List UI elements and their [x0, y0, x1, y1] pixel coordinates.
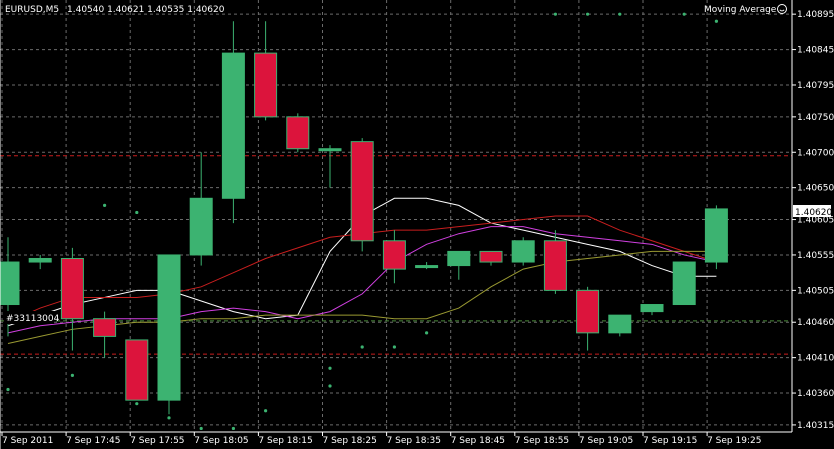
price-tick-label: 1.40845: [797, 46, 834, 56]
candle-body-bull: [0, 261, 20, 306]
candle-body-bear: [350, 141, 374, 242]
time-tick-label: 7 Sep 17:45: [66, 436, 120, 446]
candle-body-bull: [189, 197, 213, 256]
time-tick-label: 7 Sep 19:05: [579, 436, 633, 446]
time-tick-label: 7 Sep 17:55: [130, 436, 184, 446]
current-price-text: 1.40620: [795, 208, 832, 218]
fractal-dot: [135, 402, 139, 406]
time-tick-label: 7 Sep 19:15: [643, 436, 697, 446]
candle: [125, 339, 149, 401]
candle-body-bull: [704, 208, 728, 263]
candle-body-bear: [60, 257, 84, 320]
candle: [350, 138, 374, 252]
candle-body-bull: [221, 52, 245, 199]
candle-body-bull: [415, 265, 439, 269]
candle-body-bull: [640, 304, 664, 313]
candle: [157, 254, 181, 415]
candlestick-chart[interactable]: 1.40895 1.40845 1.40795 1.40750 1.40700 1.406…: [0, 0, 834, 449]
price-tick-label: 1.40555: [797, 251, 834, 261]
fractal-dot: [618, 12, 622, 16]
fractal-dot: [199, 210, 203, 215]
candle-body-bull: [157, 254, 181, 401]
chart-window[interactable]: 1.40895 1.40845 1.40795 1.40750 1.40700 1.406…: [0, 0, 834, 449]
order-label[interactable]: #33113004: [4, 311, 60, 324]
price-tick-label: 1.40650: [797, 184, 834, 194]
candle-body-bear: [479, 250, 503, 263]
fractal-dot: [714, 19, 719, 23]
time-tick-label: 7 Sep 18:05: [194, 436, 248, 446]
fractal-dot: [167, 416, 171, 420]
fractal-dot: [360, 345, 364, 349]
time-tick-label: 7 Sep 18:25: [323, 436, 377, 446]
candle-body-bear: [93, 318, 117, 337]
ohlc-readout: 1.40540 1.40621 1.40535 1.40620: [67, 5, 225, 15]
current-price-tag: 1.40620: [793, 205, 832, 218]
fractal-dot: [328, 384, 332, 388]
time-tick-label: 7 Sep 18:15: [258, 436, 312, 446]
price-tick-label: 1.40360: [797, 389, 834, 399]
price-tick-label: 1.40700: [797, 148, 834, 158]
fractal-dot: [135, 210, 139, 215]
candle-body-bull: [318, 148, 342, 152]
candle-body-bull: [672, 261, 696, 306]
candle-body-bull: [447, 250, 471, 267]
fractal-dot: [264, 409, 268, 413]
time-tick-label: 7 Sep 18:35: [387, 436, 441, 446]
price-tick-label: 1.40505: [797, 286, 834, 296]
fractal-dot: [328, 366, 332, 370]
candle: [511, 237, 535, 266]
price-tick-label: 1.40410: [797, 354, 834, 364]
time-tick-label: 7 Sep 18:45: [451, 436, 505, 446]
price-tick-label: 1.40750: [797, 113, 834, 123]
fractal-dot: [553, 12, 558, 16]
price-tick-label: 1.40795: [797, 81, 834, 91]
candle-body-bear: [382, 240, 406, 270]
candle-body-bear: [254, 52, 278, 118]
fractal-dot: [682, 12, 686, 16]
symbol-title: EURUSD,M5: [5, 5, 59, 15]
candle-body-bull: [511, 240, 535, 263]
time-tick-label: 7 Sep 18:55: [515, 436, 569, 446]
fractal-dot: [103, 203, 107, 207]
time-tick-label: 7 Sep 2011: [2, 436, 53, 446]
fractal-dot: [199, 426, 203, 431]
candle-body-bear: [543, 240, 567, 291]
candle: [704, 205, 728, 270]
fractal-dot: [6, 387, 10, 392]
candle-body-bear: [576, 289, 600, 334]
candle-body-bear: [125, 339, 149, 401]
time-tick-label: 7 Sep 19:25: [707, 436, 761, 446]
fractal-dot: [231, 426, 235, 431]
order-label-text: #33113004: [6, 314, 60, 324]
candle-body-bull: [28, 257, 52, 263]
candle: [608, 314, 632, 337]
candle-body-bear: [286, 116, 310, 150]
price-tick-label: 1.40460: [797, 318, 834, 328]
price-tick-label: 1.40895: [797, 10, 834, 20]
price-tick-label: 1.40315: [797, 421, 834, 431]
fractal-dot: [586, 12, 590, 16]
candle-body-bull: [608, 314, 632, 334]
indicator-name: Moving Average: [704, 5, 777, 15]
candle: [286, 113, 310, 153]
fractal-dot: [70, 373, 74, 377]
candle: [672, 261, 696, 306]
fractal-dot: [425, 331, 429, 335]
fractal-dot: [392, 345, 396, 349]
